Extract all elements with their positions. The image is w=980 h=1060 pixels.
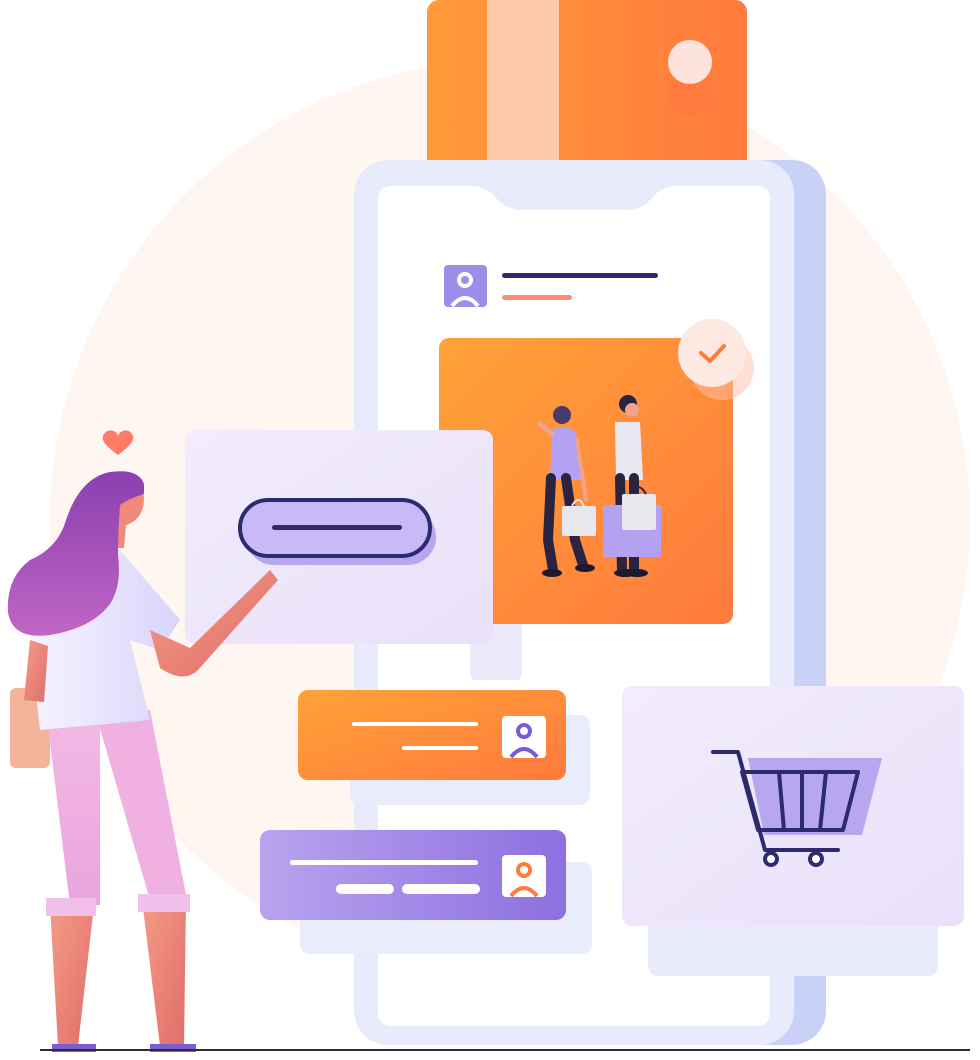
ground-line: [40, 1049, 970, 1051]
user-avatar-icon: [502, 716, 546, 759]
illustration-canvas: [0, 0, 980, 1060]
header-title-line: [502, 273, 658, 278]
shopping-illustration: [7, 0, 970, 1052]
list-card-purple[interactable]: [260, 830, 592, 954]
header-subtitle-line: [502, 295, 572, 300]
pill-button[interactable]: [238, 498, 436, 565]
user-avatar-icon: [502, 855, 546, 898]
credit-card-icon: [427, 0, 747, 175]
cart-panel[interactable]: [622, 686, 964, 976]
